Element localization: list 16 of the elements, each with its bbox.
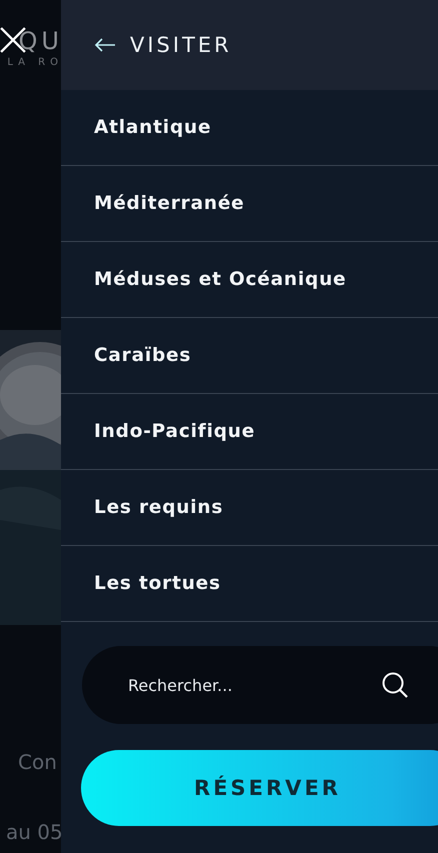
logo-text: QU: [18, 27, 61, 55]
body-text: au 05: [6, 820, 61, 844]
menu-item[interactable]: Méduses et Océanique: [61, 228, 438, 318]
menu-item[interactable]: Les requins: [61, 456, 438, 546]
back-arrow-icon[interactable]: [94, 38, 116, 52]
menu-item[interactable]: Caraïbes: [61, 304, 438, 394]
menu-item[interactable]: Les tortues: [61, 532, 438, 622]
search-field[interactable]: Rechercher...: [82, 646, 438, 724]
search-icon[interactable]: [381, 671, 409, 699]
menu-item[interactable]: Atlantique: [61, 76, 438, 166]
menu-item[interactable]: Méditerranée: [61, 152, 438, 242]
menu-title: VISITER: [130, 33, 232, 57]
menu-item[interactable]: Indo-Pacifique: [61, 380, 438, 470]
book-button[interactable]: RÉSERVER: [81, 750, 438, 826]
logo-subtitle: LA RO: [7, 57, 61, 68]
body-text: Con: [18, 750, 57, 774]
